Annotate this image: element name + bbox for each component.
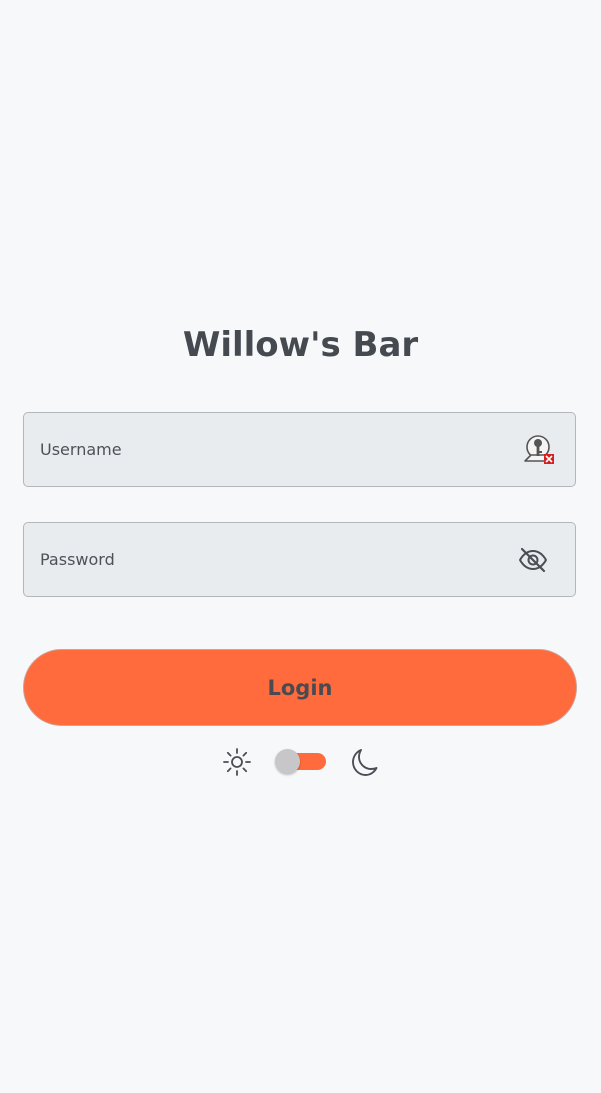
username-field-container [23,412,576,487]
moon-icon [348,746,380,778]
app-title: Willow's Bar [182,325,419,365]
sun-icon [221,746,253,778]
eye-slash-icon[interactable] [513,541,553,579]
theme-toggle[interactable] [275,749,327,774]
theme-switcher [0,744,601,780]
key-lock-icon[interactable] [518,431,558,469]
username-input[interactable] [40,413,500,486]
toggle-knob[interactable] [275,749,300,774]
login-button[interactable]: Login [23,649,577,726]
password-input[interactable] [40,523,500,596]
password-field-container [23,522,576,597]
